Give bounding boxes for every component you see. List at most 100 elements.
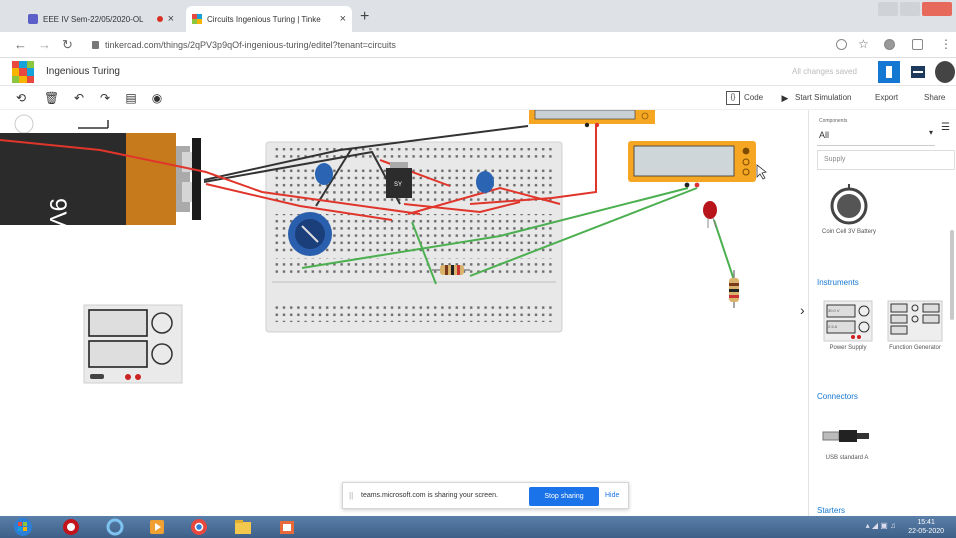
browser-tab-tinkercad[interactable]: Circuits Ingenious Turing | Tinke × xyxy=(186,6,352,32)
function-generator-icon xyxy=(887,300,943,342)
mouse-cursor-icon xyxy=(756,164,767,180)
export-button[interactable]: Export xyxy=(875,93,898,102)
forward-arrow-icon[interactable]: → xyxy=(38,37,51,52)
power-supply-device[interactable] xyxy=(83,304,183,384)
connectors-heading: Connectors xyxy=(817,392,858,401)
usb-connector-item[interactable]: USB standard A xyxy=(817,422,877,462)
resistor-standalone[interactable] xyxy=(729,270,739,308)
browser-tab-strip: EEE IV Sem-22/05/2020-OL × Circuits Inge… xyxy=(0,0,956,32)
schematic-view-button[interactable] xyxy=(908,63,928,81)
components-value: All xyxy=(819,130,830,140)
panel-scrollbar[interactable] xyxy=(950,230,954,320)
chevron-down-icon: ▾ xyxy=(928,128,933,137)
avatar[interactable] xyxy=(935,61,955,83)
url-text: tinkercad.com/things/2qPV3p9qOf-ingeniou… xyxy=(105,40,396,50)
teams-favicon-icon xyxy=(28,14,38,24)
close-tab-icon[interactable]: × xyxy=(168,13,174,25)
battery-label: 9V xyxy=(44,198,71,227)
bookmark-star-icon[interactable]: ☆ xyxy=(858,37,869,51)
circuit-view-button[interactable] xyxy=(878,61,900,83)
components-dropdown[interactable]: Components All ▾ xyxy=(817,116,935,146)
windows-taskbar: ▴ ◢ ▣ ♫ 15:41 22-05-2020 xyxy=(0,516,956,538)
panel-collapse-chevron-icon[interactable]: › xyxy=(800,302,805,318)
clock-date: 22-05-2020 xyxy=(908,528,944,535)
system-clock[interactable]: 15:41 22-05-2020 xyxy=(908,518,944,536)
usb-label: USB standard A xyxy=(825,455,869,461)
list-view-toggle-icon[interactable]: ☰ xyxy=(941,122,950,133)
media-player-icon[interactable] xyxy=(142,518,172,536)
coin-cell-label: Coin Cell 3V Battery xyxy=(821,229,877,235)
power-supply-icon xyxy=(823,300,873,342)
notes-icon[interactable]: ▤ xyxy=(124,91,138,105)
app-header: Ingenious Turing All changes saved xyxy=(0,58,956,86)
extension-icon[interactable] xyxy=(884,39,895,50)
drag-handle-icon[interactable]: || xyxy=(349,491,353,500)
battery-9v[interactable] xyxy=(0,133,201,225)
chrome-icon[interactable] xyxy=(184,518,214,536)
address-bar: ← → ↻ tinkercad.com/things/2qPV3p9qOf-in… xyxy=(0,32,956,58)
reload-icon[interactable]: ↻ xyxy=(62,37,73,53)
search-input[interactable]: Supply xyxy=(817,150,955,170)
rotate-icon[interactable]: ⟲ xyxy=(14,91,28,105)
potentiometer[interactable] xyxy=(288,212,332,256)
circuit-view-icon xyxy=(886,66,892,78)
power-supply-voltage: 30.0 V xyxy=(828,308,840,313)
minimize-button[interactable] xyxy=(878,2,898,16)
code-icon[interactable]: {} xyxy=(726,91,740,105)
circuit-canvas[interactable]: 9V SY xyxy=(0,110,808,516)
stop-sharing-button[interactable]: Stop sharing xyxy=(529,487,599,506)
account-icon[interactable] xyxy=(912,39,923,50)
redo-icon[interactable]: ↷ xyxy=(98,91,112,105)
undo-icon[interactable]: ↶ xyxy=(72,91,86,105)
file-explorer-icon[interactable] xyxy=(228,518,258,536)
lock-icon xyxy=(92,41,99,49)
multimeter-right[interactable] xyxy=(628,141,756,188)
system-tray-icons[interactable]: ▴ ◢ ▣ ♫ xyxy=(866,521,896,530)
back-arrow-icon[interactable]: ← xyxy=(14,37,27,52)
browser-menu-icon[interactable]: ⋮ xyxy=(940,37,952,51)
coin-cell-icon xyxy=(830,184,868,225)
tab-title: EEE IV Sem-22/05/2020-OL xyxy=(43,14,144,24)
share-button[interactable]: Share xyxy=(924,93,945,102)
project-title[interactable]: Ingenious Turing xyxy=(46,66,120,77)
circuit-drawing: 9V SY xyxy=(0,110,767,384)
maximize-button[interactable] xyxy=(900,2,920,16)
starters-heading: Starters xyxy=(817,506,846,515)
delete-icon[interactable]: 🗑 xyxy=(44,91,59,105)
chip-label: SY xyxy=(394,182,402,188)
power-supply-label: Power Supply xyxy=(829,345,867,351)
multimeter-top[interactable] xyxy=(529,110,655,128)
clock-time: 15:41 xyxy=(917,519,935,526)
led-red[interactable] xyxy=(703,201,717,229)
components-panel: Components All ▾ ☰ Supply Coin Cell 3V B… xyxy=(808,110,956,516)
tinkercad-logo-icon[interactable] xyxy=(12,61,34,83)
browser-tab-teams[interactable]: EEE IV Sem-22/05/2020-OL × xyxy=(22,6,180,32)
hide-button[interactable]: Hide xyxy=(605,492,619,499)
internet-explorer-icon[interactable] xyxy=(100,518,130,536)
power-supply-current: 2.5 A xyxy=(828,324,838,329)
capacitor-left[interactable] xyxy=(315,163,333,185)
coin-cell-battery-item[interactable]: Coin Cell 3V Battery xyxy=(819,182,879,236)
windows-start-icon[interactable] xyxy=(8,518,38,536)
close-tab-icon[interactable]: × xyxy=(340,13,346,25)
window-controls xyxy=(876,2,952,16)
code-button[interactable]: Code xyxy=(744,93,763,102)
capacitor-right[interactable] xyxy=(476,171,494,193)
eye-icon[interactable]: ◉ xyxy=(150,91,164,105)
new-tab-button[interactable]: + xyxy=(360,8,369,26)
zoom-icon[interactable] xyxy=(836,39,847,50)
tab-title: Circuits Ingenious Turing | Tinke xyxy=(207,14,321,24)
recording-indicator-icon xyxy=(156,16,163,22)
url-field[interactable]: tinkercad.com/things/2qPV3p9qOf-ingeniou… xyxy=(92,37,396,53)
function-generator-label: Function Generator xyxy=(889,345,941,351)
function-generator-item[interactable]: Function Generator xyxy=(885,300,945,352)
screen-share-banner: || teams.microsoft.com is sharing your s… xyxy=(342,482,629,509)
tinkercad-favicon-icon xyxy=(192,14,202,24)
close-window-button[interactable] xyxy=(922,2,952,16)
opera-icon[interactable] xyxy=(56,518,86,536)
paint-icon[interactable] xyxy=(272,518,302,536)
play-icon[interactable]: ▶ xyxy=(778,91,792,105)
instruments-heading: Instruments xyxy=(817,278,859,287)
start-simulation-button[interactable]: Start Simulation xyxy=(795,93,851,102)
fit-view-icon[interactable] xyxy=(14,114,34,134)
